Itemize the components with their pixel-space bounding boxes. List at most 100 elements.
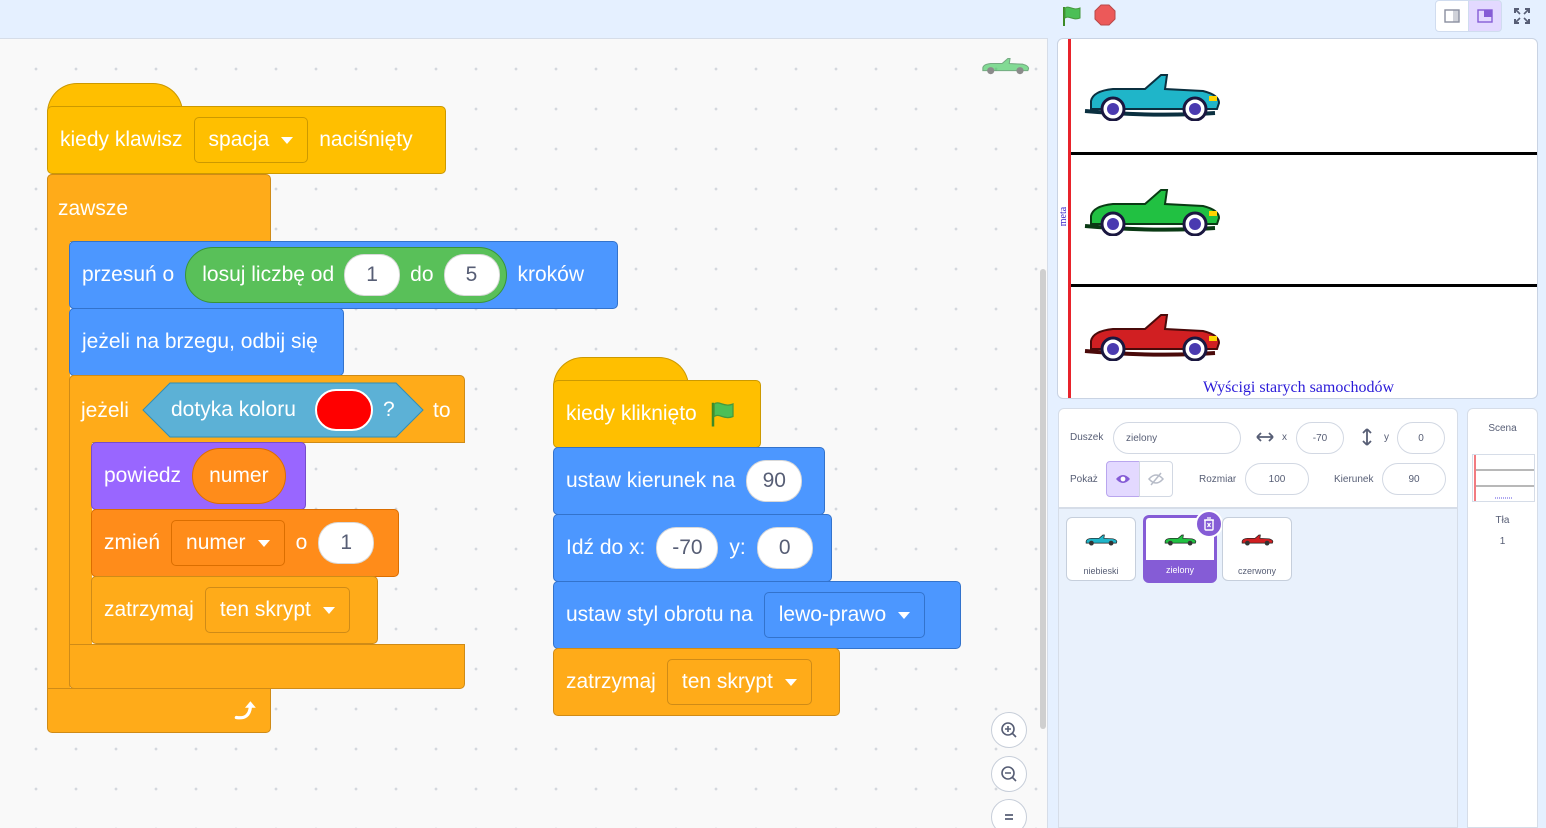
stop-option-dropdown[interactable]: ten skrypt (204, 587, 350, 633)
code-workspace[interactable]: kiedy klawisz spacja naciśnięty zawsze p… (0, 38, 1048, 828)
direction-input[interactable]: 90 (746, 460, 803, 502)
when-key-pressed-block[interactable]: kiedy klawisz spacja naciśnięty (47, 106, 446, 174)
block-text: naciśnięty (319, 128, 413, 151)
direction-input[interactable]: 90 (1382, 463, 1446, 495)
change-variable-block[interactable]: zmień numer o 1 (91, 509, 399, 577)
block-text: zatrzymaj (104, 598, 194, 621)
color-picker-swatch[interactable] (315, 389, 373, 431)
delete-sprite-button[interactable] (1195, 510, 1223, 538)
block-text: kiedy kliknięto (566, 402, 697, 425)
stop-block[interactable]: zatrzymaj ten skrypt (553, 648, 840, 716)
go-to-xy-block[interactable]: Idź do x: -70 y: 0 (553, 514, 832, 582)
fullscreen-icon (1514, 8, 1530, 24)
stage-title: Wyścigi starych samochodów (1203, 379, 1394, 396)
block-text: dotyka koloru (171, 398, 296, 421)
backdrop-thumbnail-image (1474, 455, 1534, 501)
zoom-out-icon (1001, 766, 1017, 782)
variable-dropdown[interactable]: numer (171, 520, 285, 566)
fullscreen-button[interactable] (1508, 2, 1536, 30)
x-label: x (1282, 432, 1287, 443)
stop-block[interactable]: zatrzymaj ten skrypt (91, 576, 378, 644)
workspace-scrollbar[interactable] (1040, 269, 1046, 729)
random-to-input[interactable]: 5 (443, 254, 500, 296)
dropdown-value: spacja (208, 128, 270, 151)
forever-label: zawsze (58, 197, 129, 220)
dropdown-caret-icon (322, 606, 335, 614)
zoom-reset-icon (1005, 814, 1013, 820)
stage[interactable]: meta Wyścigi starych samochodów (1057, 38, 1538, 399)
x-position-input[interactable]: -70 (1296, 422, 1344, 454)
block-text: ? (383, 398, 395, 421)
block-text: powiedz (104, 464, 182, 487)
dropdown-value: ten skrypt (681, 670, 773, 693)
x-input[interactable]: -70 (656, 527, 719, 569)
block-text: zmień (104, 531, 161, 554)
block-text: kiedy klawisz (60, 128, 183, 151)
if-bottom (69, 644, 465, 689)
numer-variable-reporter[interactable]: numer (192, 448, 286, 504)
show-sprite-button[interactable] (1106, 461, 1140, 497)
dropdown-value: lewo-prawo (778, 603, 887, 626)
blue-car-sprite[interactable] (1082, 71, 1224, 121)
say-block[interactable]: powiedz numer (91, 442, 306, 510)
block-text: zatrzymaj (566, 670, 656, 693)
stop-icon (1094, 4, 1116, 26)
green-car-sprite[interactable] (1082, 186, 1224, 236)
block-text: ustaw styl obrotu na (566, 603, 753, 626)
stop-button[interactable] (1094, 4, 1116, 26)
backdrops-label: Tła (1495, 515, 1510, 526)
green-flag-icon (711, 402, 734, 427)
sprite-tile-niebieski[interactable]: niebieski (1066, 517, 1136, 581)
stop-option-dropdown[interactable]: ten skrypt (666, 659, 812, 705)
vertical-arrows-icon (1362, 428, 1372, 446)
zoom-out-button[interactable] (991, 756, 1027, 792)
top-bar (0, 0, 1546, 38)
dropdown-caret-icon (784, 678, 797, 686)
eye-slash-icon (1148, 472, 1164, 486)
zoom-in-icon (1001, 722, 1017, 738)
sprite-tile-label: niebieski (1083, 566, 1119, 576)
small-stage-button[interactable] (1435, 0, 1469, 32)
trash-icon (1204, 517, 1214, 531)
stage-selector[interactable]: Scena Tła 1 (1467, 408, 1538, 828)
block-text: jeżeli na brzegu, odbij się (82, 330, 318, 353)
normal-stage-icon (1477, 9, 1493, 23)
forever-arm (47, 174, 70, 732)
red-car-sprite[interactable] (1082, 311, 1224, 361)
dropdown-value: ten skrypt (219, 598, 311, 621)
sprite-car-icon (1164, 534, 1197, 546)
block-text: o (295, 531, 308, 554)
if-label: jeżeli (81, 399, 129, 422)
touching-color-reporter[interactable]: dotyka koloru ? (142, 382, 424, 438)
key-dropdown[interactable]: spacja (193, 117, 309, 163)
sprite-name-label: Duszek (1070, 432, 1104, 443)
size-label: Rozmiar (1199, 474, 1237, 485)
block-text: losuj liczbę od (202, 263, 335, 286)
point-direction-block[interactable]: ustaw kierunek na 90 (553, 447, 825, 515)
sprite-car-icon (1085, 534, 1118, 546)
finish-label: meta (1058, 206, 1070, 227)
y-input[interactable]: 0 (756, 527, 813, 569)
sprite-tile-czerwony[interactable]: czerwony (1222, 517, 1292, 581)
zoom-in-button[interactable] (991, 712, 1027, 748)
sprite-car-icon (982, 57, 1030, 75)
sprite-name-input[interactable]: zielony (1113, 422, 1241, 454)
green-flag-icon (1063, 6, 1081, 26)
size-input[interactable]: 100 (1245, 463, 1309, 495)
random-from-input[interactable]: 1 (344, 254, 401, 296)
stage-backdrop-thumbnail[interactable] (1472, 454, 1535, 502)
green-flag-button[interactable] (1060, 4, 1084, 28)
hide-sprite-button[interactable] (1139, 461, 1173, 497)
set-rotation-style-block[interactable]: ustaw styl obrotu na lewo-prawo (553, 581, 961, 649)
bounce-on-edge-block[interactable]: jeżeli na brzegu, odbij się (69, 308, 344, 376)
move-steps-block[interactable]: przesuń o losuj liczbę od 1 do 5 kroków (69, 241, 618, 309)
random-number-reporter[interactable]: losuj liczbę od 1 do 5 (185, 247, 507, 303)
normal-stage-button[interactable] (1468, 0, 1502, 32)
rotation-style-dropdown[interactable]: lewo-prawo (763, 592, 926, 638)
zoom-reset-button[interactable] (991, 799, 1027, 828)
block-text: przesuń o (82, 263, 175, 286)
y-position-input[interactable]: 0 (1397, 422, 1445, 454)
direction-label: Kierunek (1334, 474, 1374, 485)
when-flag-clicked-block[interactable]: kiedy kliknięto (553, 380, 761, 448)
change-value-input[interactable]: 1 (318, 522, 375, 564)
